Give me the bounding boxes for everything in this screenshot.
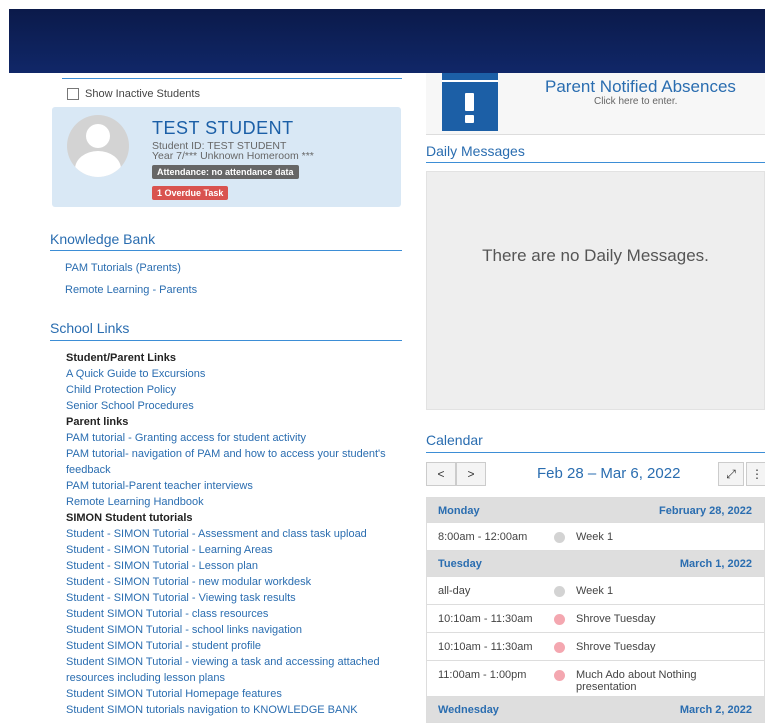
school-link[interactable]: Senior School Procedures bbox=[66, 398, 386, 414]
school-link[interactable]: Student SIMON Tutorial - class resources bbox=[66, 606, 386, 622]
school-links-group-header: SIMON Student tutorials bbox=[66, 512, 193, 524]
school-link[interactable]: Student - SIMON Tutorial - Assessment an… bbox=[66, 526, 386, 542]
avatar-icon bbox=[67, 115, 129, 177]
calendar-event-time: all-day bbox=[438, 585, 471, 597]
event-color-dot bbox=[554, 614, 565, 625]
school-link[interactable]: Child Protection Policy bbox=[66, 382, 386, 398]
calendar-title: Calendar bbox=[426, 432, 483, 448]
school-links-title: School Links bbox=[50, 320, 130, 336]
calendar-event-time: 10:10am - 11:30am bbox=[438, 613, 533, 625]
attendance-badge: Attendance: no attendance data bbox=[152, 165, 299, 179]
absence-title[interactable]: Parent Notified Absences bbox=[545, 77, 736, 97]
student-name[interactable]: TEST STUDENT bbox=[152, 118, 294, 139]
daily-messages-panel: There are no Daily Messages. bbox=[426, 171, 765, 410]
calendar-next-button[interactable]: > bbox=[456, 462, 486, 486]
show-inactive-checkbox[interactable] bbox=[67, 88, 79, 100]
menu-dots-icon[interactable]: ⋮ bbox=[746, 462, 765, 486]
event-color-dot bbox=[554, 532, 565, 543]
calendar-day-header: Monday February 28, 2022 bbox=[426, 497, 765, 523]
calendar-event-title[interactable]: Week 1 bbox=[576, 531, 736, 543]
calendar-day-date: February 28, 2022 bbox=[659, 505, 752, 517]
school-link[interactable]: Student SIMON Tutorial - student profile bbox=[66, 638, 386, 654]
school-link[interactable]: A Quick Guide to Excursions bbox=[66, 366, 386, 382]
knowledge-bank-title: Knowledge Bank bbox=[50, 231, 156, 247]
calendar-event[interactable]: 11:00am - 1:00pm Much Ado about Nothing p… bbox=[426, 661, 765, 697]
school-link[interactable]: PAM tutorial- navigation of PAM and how … bbox=[66, 446, 386, 478]
absence-subtitle[interactable]: Click here to enter. bbox=[594, 96, 677, 107]
school-link[interactable]: Student SIMON Tutorial Homepage features bbox=[66, 686, 386, 702]
school-links-group-header: Student/Parent Links bbox=[66, 352, 177, 364]
exclamation-icon bbox=[442, 73, 498, 131]
calendar-date-range: Feb 28 – Mar 6, 2022 bbox=[537, 465, 681, 482]
calendar-event[interactable]: 10:10am - 11:30am Shrove Tuesday bbox=[426, 605, 765, 633]
overdue-task-badge[interactable]: 1 Overdue Task bbox=[152, 186, 229, 200]
calendar-event-time: 11:00am - 1:00pm bbox=[438, 669, 527, 681]
calendar-day-header: Wednesday March 2, 2022 bbox=[426, 697, 765, 723]
divider bbox=[50, 250, 402, 251]
calendar-event-time: 8:00am - 12:00am bbox=[438, 531, 528, 543]
calendar-day-name: Tuesday bbox=[438, 558, 482, 570]
show-inactive-label[interactable]: Show Inactive Students bbox=[85, 88, 200, 100]
school-link[interactable]: Student SIMON tutorials navigation to KN… bbox=[66, 702, 386, 718]
school-link[interactable]: Student - SIMON Tutorial - Learning Area… bbox=[66, 542, 386, 558]
calendar-event-title[interactable]: Much Ado about Nothing presentation bbox=[576, 669, 736, 693]
knowledge-bank-link[interactable]: PAM Tutorials (Parents) bbox=[65, 262, 181, 274]
divider bbox=[426, 452, 765, 453]
calendar-event[interactable]: 10:10am - 11:30am Shrove Tuesday bbox=[426, 633, 765, 661]
school-link[interactable]: Student - SIMON Tutorial - new modular w… bbox=[66, 574, 386, 590]
school-link[interactable]: Student SIMON Tutorial - school links na… bbox=[66, 622, 386, 638]
calendar-day-date: March 2, 2022 bbox=[679, 704, 752, 716]
school-link[interactable]: Student - SIMON Tutorial - Viewing task … bbox=[66, 590, 386, 606]
top-header-bar bbox=[9, 9, 765, 73]
calendar-event-time: 10:10am - 11:30am bbox=[438, 641, 533, 653]
student-homeroom: Year 7/*** Unknown Homeroom *** bbox=[152, 150, 314, 162]
daily-messages-empty: There are no Daily Messages. bbox=[482, 246, 709, 265]
school-link[interactable]: Student SIMON Tutorial - viewing a task … bbox=[66, 654, 386, 686]
divider bbox=[50, 340, 402, 341]
student-card[interactable]: TEST STUDENT Student ID: TEST STUDENT Ye… bbox=[52, 107, 401, 207]
school-links-list: Student/Parent Links A Quick Guide to Exc… bbox=[66, 350, 386, 718]
calendar-event-title[interactable]: Shrove Tuesday bbox=[576, 613, 736, 625]
event-color-dot bbox=[554, 642, 565, 653]
divider bbox=[426, 162, 765, 163]
school-link[interactable]: Student - SIMON Tutorial - Lesson plan bbox=[66, 558, 386, 574]
calendar-event[interactable]: 8:00am - 12:00am Week 1 bbox=[426, 523, 765, 551]
school-links-group-header: Parent links bbox=[66, 416, 129, 428]
divider bbox=[62, 78, 402, 79]
school-link[interactable]: PAM tutorial - Granting access for stude… bbox=[66, 430, 386, 446]
calendar-prev-button[interactable]: < bbox=[426, 462, 456, 486]
daily-messages-title: Daily Messages bbox=[426, 143, 525, 159]
show-inactive-row[interactable]: Show Inactive Students bbox=[67, 88, 200, 100]
calendar-day-name: Wednesday bbox=[438, 704, 499, 716]
school-link[interactable]: Remote Learning Handbook bbox=[66, 494, 386, 510]
calendar-event-title[interactable]: Shrove Tuesday bbox=[576, 641, 736, 653]
expand-icon[interactable]: ⤢ bbox=[718, 462, 744, 486]
calendar-event-title[interactable]: Week 1 bbox=[576, 585, 736, 597]
calendar-day-name: Monday bbox=[438, 505, 480, 517]
knowledge-bank-link[interactable]: Remote Learning - Parents bbox=[65, 284, 197, 296]
event-color-dot bbox=[554, 586, 565, 597]
calendar-day-header: Tuesday March 1, 2022 bbox=[426, 551, 765, 577]
calendar-day-date: March 1, 2022 bbox=[679, 558, 752, 570]
calendar-event[interactable]: all-day Week 1 bbox=[426, 577, 765, 605]
school-link[interactable]: PAM tutorial-Parent teacher interviews bbox=[66, 478, 386, 494]
event-color-dot bbox=[554, 670, 565, 681]
